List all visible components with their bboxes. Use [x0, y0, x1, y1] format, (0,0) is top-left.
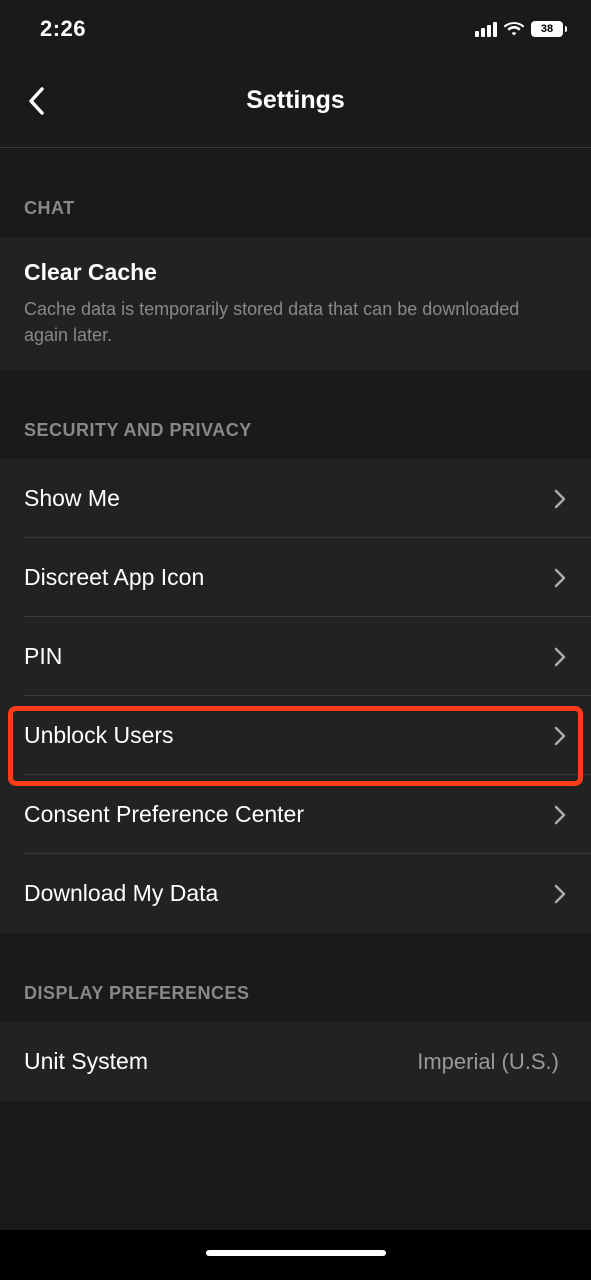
page-header: Settings: [0, 54, 591, 148]
chevron-left-icon: [27, 86, 45, 116]
home-indicator[interactable]: [206, 1250, 386, 1256]
chevron-right-icon: [553, 566, 567, 590]
chevron-right-icon: [553, 487, 567, 511]
chevron-right-icon: [553, 803, 567, 827]
list-item-label: Consent Preference Center: [24, 801, 304, 828]
chevron-right-icon: [553, 882, 567, 906]
unit-system-value: Imperial (U.S.): [417, 1049, 559, 1075]
content: CHAT Clear Cache Cache data is temporari…: [0, 148, 591, 1101]
battery-icon: 38: [531, 21, 567, 37]
clear-cache-title: Clear Cache: [24, 259, 567, 286]
status-time: 2:26: [40, 16, 86, 42]
consent-preference-center-item[interactable]: Consent Preference Center: [0, 775, 591, 854]
display-list: Unit System Imperial (U.S.): [0, 1022, 591, 1101]
section-header-chat: CHAT: [0, 148, 591, 237]
bottom-bar: [0, 1230, 591, 1280]
show-me-item[interactable]: Show Me: [0, 459, 591, 538]
clear-cache-item[interactable]: Clear Cache Cache data is temporarily st…: [0, 237, 591, 370]
list-item-label: Download My Data: [24, 880, 218, 907]
section-header-security: SECURITY AND PRIVACY: [0, 370, 591, 459]
list-item-label: Discreet App Icon: [24, 564, 204, 591]
unit-system-item[interactable]: Unit System Imperial (U.S.): [0, 1022, 591, 1101]
list-item-label: Unit System: [24, 1048, 148, 1075]
status-icons: 38: [475, 21, 567, 37]
wifi-icon: [504, 22, 524, 37]
section-header-display: DISPLAY PREFERENCES: [0, 933, 591, 1022]
list-item-label: PIN: [24, 643, 62, 670]
discreet-app-icon-item[interactable]: Discreet App Icon: [0, 538, 591, 617]
status-bar: 2:26 38: [0, 0, 591, 54]
chevron-right-icon: [553, 724, 567, 748]
download-my-data-item[interactable]: Download My Data: [0, 854, 591, 933]
security-list: Show Me Discreet App Icon PIN Unblock Us…: [0, 459, 591, 933]
page-title: Settings: [246, 86, 345, 115]
battery-level: 38: [541, 23, 553, 35]
pin-item[interactable]: PIN: [0, 617, 591, 696]
back-button[interactable]: [16, 81, 56, 121]
list-item-label: Show Me: [24, 485, 120, 512]
clear-cache-desc: Cache data is temporarily stored data th…: [24, 296, 567, 348]
list-item-label: Unblock Users: [24, 722, 174, 749]
unblock-users-item[interactable]: Unblock Users: [0, 696, 591, 775]
chevron-right-icon: [553, 645, 567, 669]
cellular-signal-icon: [475, 22, 497, 37]
